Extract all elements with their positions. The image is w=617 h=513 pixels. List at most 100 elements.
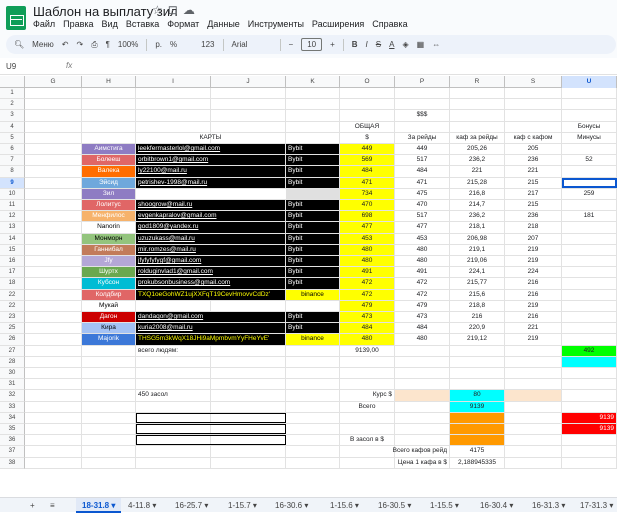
row-header[interactable]: 37 — [0, 446, 25, 458]
row-header[interactable]: 32 — [0, 390, 25, 402]
cell-p-25-value[interactable]: 484 — [395, 323, 450, 334]
cell-j-2[interactable] — [211, 99, 286, 110]
cell-h-38[interactable] — [82, 457, 136, 468]
cell-i-7-value[interactable]: orbitbrown1@gmail.com — [136, 155, 286, 166]
sheet-tab[interactable]: 1-15.6 ▾ — [330, 498, 359, 513]
cell-r-4[interactable] — [450, 121, 505, 132]
cell-r-1[interactable] — [450, 88, 505, 99]
cell-k-22[interactable] — [286, 300, 340, 311]
cell-g-13[interactable] — [25, 222, 82, 233]
cell-h-30[interactable] — [82, 368, 136, 379]
cell-p-4[interactable] — [395, 121, 450, 132]
paint-format-icon[interactable]: ¶ — [106, 40, 110, 49]
row-header[interactable]: 15 — [0, 244, 25, 256]
cell-s-38[interactable] — [505, 457, 562, 468]
selected-cell-u9[interactable] — [562, 177, 617, 188]
font-select[interactable]: Arial — [232, 40, 272, 49]
bold-icon[interactable]: B — [352, 40, 358, 49]
cell-g-27[interactable] — [25, 345, 82, 356]
cell-i-37[interactable] — [136, 446, 211, 457]
cell-p-5-value[interactable]: За рейды — [395, 132, 450, 143]
cell-o-25-value[interactable]: 484 — [340, 323, 395, 334]
cell-g-35[interactable] — [25, 424, 82, 435]
row-header[interactable]: 1 — [0, 88, 25, 100]
sheets-logo-icon[interactable] — [6, 6, 26, 30]
cell-k-25-value[interactable]: Bybit — [286, 323, 340, 334]
cell-g-23[interactable] — [25, 312, 82, 323]
cell-o-30[interactable] — [340, 368, 395, 379]
menu-search-label[interactable]: Меню — [32, 40, 54, 49]
cell-o-4-value[interactable]: ОБЩАЯ — [340, 121, 395, 132]
cell-k-28[interactable] — [286, 356, 340, 367]
cell-i-18-value[interactable]: prokubsonbusiness@gmail.com — [136, 278, 286, 289]
cell-o-6-value[interactable]: 449 — [340, 144, 395, 155]
cell-g-22[interactable] — [25, 300, 82, 311]
cell-r-9-value[interactable]: 215,28 — [450, 177, 505, 188]
cell-u-32[interactable] — [562, 390, 617, 401]
cell-g-30[interactable] — [25, 368, 82, 379]
text-color-icon[interactable]: A — [389, 40, 394, 49]
cell-r-12-value[interactable]: 236,2 — [450, 211, 505, 222]
cell-g-15[interactable] — [25, 244, 82, 255]
cell-g-18[interactable] — [25, 278, 82, 289]
cell-k-27[interactable] — [286, 345, 340, 356]
cell-p-17-value[interactable]: 491 — [395, 267, 450, 278]
more-formats-button[interactable]: 123 — [201, 40, 214, 49]
strikethrough-icon[interactable]: S — [376, 40, 381, 49]
cell-g-5[interactable] — [25, 132, 82, 143]
cell-h-2[interactable] — [82, 99, 136, 110]
sheet-tab[interactable]: 1-15.7 ▾ — [228, 498, 257, 513]
row-header[interactable]: 31 — [0, 379, 25, 391]
column-header-i[interactable]: I — [136, 76, 211, 88]
cell-p-12-value[interactable]: 517 — [395, 211, 450, 222]
cell-u-5-value[interactable]: Минусы — [562, 132, 617, 143]
row-header[interactable]: 38 — [0, 457, 25, 469]
cell-g-31[interactable] — [25, 379, 82, 390]
row-header[interactable]: 28 — [0, 356, 25, 368]
cell-h-13-value[interactable]: Nanorin — [82, 222, 136, 233]
cell-r-22-value[interactable]: 218,8 — [450, 300, 505, 311]
cell-r-14-value[interactable]: 206,98 — [450, 233, 505, 244]
cell-g-10[interactable] — [25, 188, 82, 199]
row-header[interactable]: 22 — [0, 289, 25, 301]
cell-o-31[interactable] — [340, 379, 395, 390]
cell-p-28[interactable] — [395, 356, 450, 367]
cell-s-17-value[interactable]: 224 — [505, 267, 562, 278]
cell-s-12-value[interactable]: 236 — [505, 211, 562, 222]
print-icon[interactable]: ⎙ — [91, 40, 97, 50]
cell-u-25[interactable] — [562, 323, 617, 334]
cell-u-31[interactable] — [562, 379, 617, 390]
cell-k-33[interactable] — [286, 401, 340, 412]
cell-i-3[interactable] — [136, 110, 211, 121]
cell-k-1[interactable] — [286, 88, 340, 99]
italic-icon[interactable]: I — [366, 40, 368, 49]
cell-h-14-value[interactable]: Монморн — [82, 233, 136, 244]
cell-u-26[interactable] — [562, 334, 617, 345]
cell-u-23[interactable] — [562, 312, 617, 323]
row-header[interactable]: 17 — [0, 267, 25, 279]
cell-p-7-value[interactable]: 517 — [395, 155, 450, 166]
cell-s-8-value[interactable]: 221 — [505, 166, 562, 177]
cell-h-34[interactable] — [82, 412, 136, 423]
cell-r-16-value[interactable]: 219,06 — [450, 256, 505, 267]
cell-o-26-value[interactable]: 480 — [340, 334, 395, 345]
cell-s-15-value[interactable]: 219 — [505, 244, 562, 255]
cell-k-4[interactable] — [286, 121, 340, 132]
cell-o-7-value[interactable]: 569 — [340, 155, 395, 166]
row-header[interactable]: 5 — [0, 132, 25, 144]
cell-r-7-value[interactable]: 236,2 — [450, 155, 505, 166]
cell-r-30[interactable] — [450, 368, 505, 379]
cell-h-7-value[interactable]: Болееш — [82, 155, 136, 166]
cell-u-12-value[interactable]: 181 — [562, 211, 617, 222]
cell-u-4-value[interactable]: Бонусы — [562, 121, 617, 132]
cell-k-34[interactable] — [286, 412, 340, 423]
all-sheets-icon[interactable]: ≡ — [50, 498, 55, 513]
column-header-k[interactable]: K — [286, 76, 340, 88]
cell-k-3[interactable] — [286, 110, 340, 121]
cell-u-6[interactable] — [562, 144, 617, 155]
row-header[interactable]: 35 — [0, 424, 25, 436]
borders-icon[interactable]: ▦ — [417, 40, 425, 49]
cell-p-18-value[interactable]: 472 — [395, 278, 450, 289]
cell-g-11[interactable] — [25, 200, 82, 211]
cell-h-1[interactable] — [82, 88, 136, 99]
